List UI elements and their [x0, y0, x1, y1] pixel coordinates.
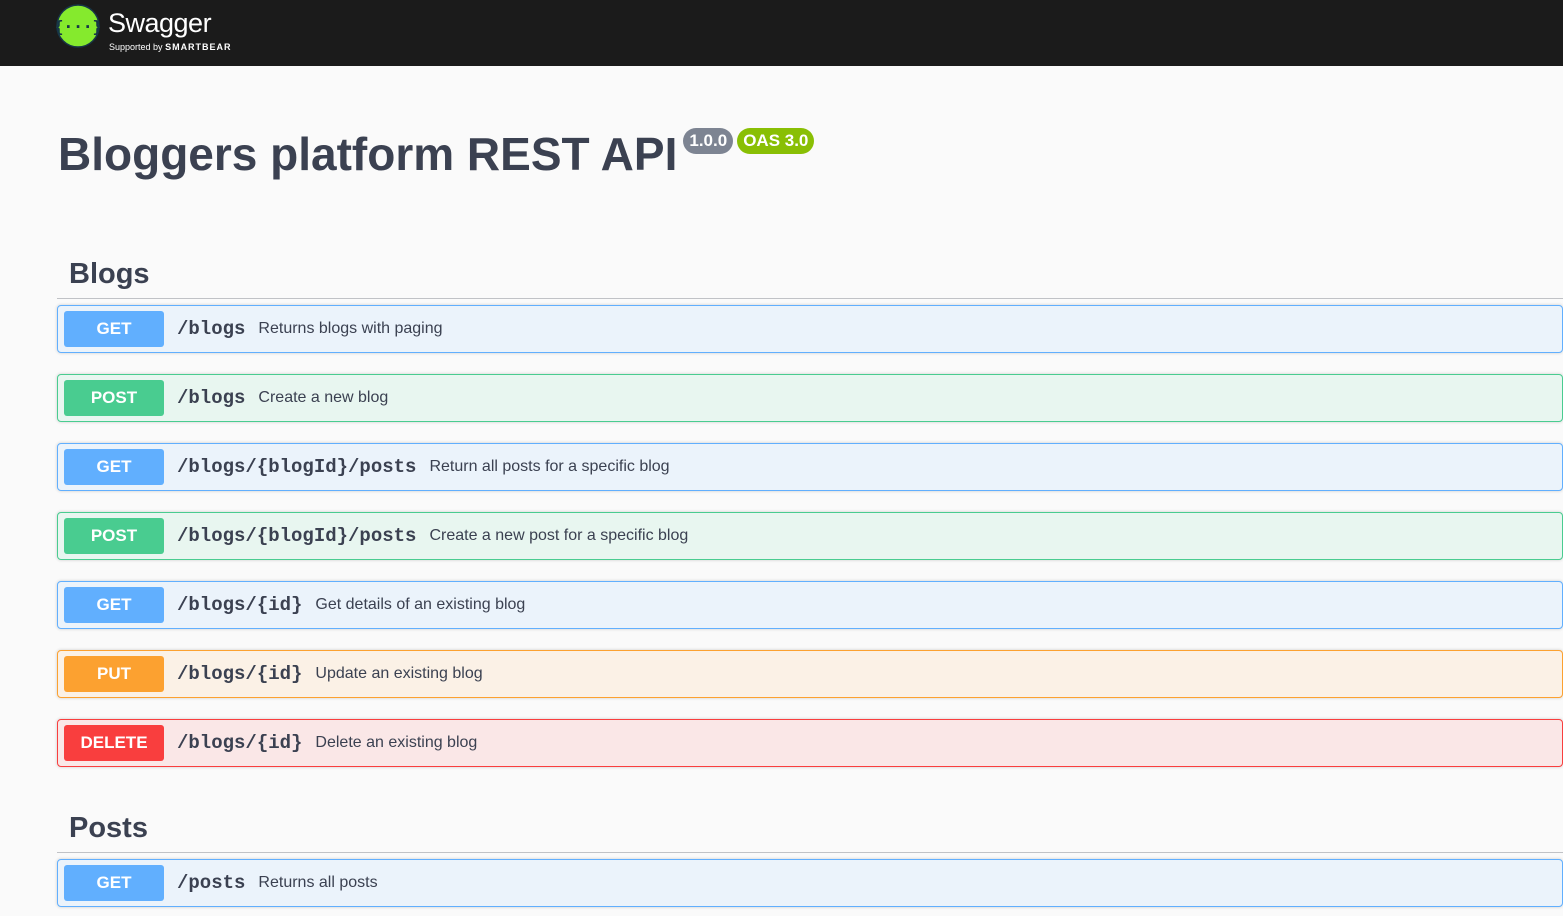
method-badge: POST — [64, 380, 164, 416]
operation-post-blogs[interactable]: POST /blogs Create a new blog — [57, 374, 1563, 422]
method-badge: DELETE — [64, 725, 164, 761]
operation-post-blog-posts[interactable]: POST /blogs/{blogId}/posts Create a new … — [57, 512, 1563, 560]
operation-summary: Create a new post for a specific blog — [429, 527, 689, 544]
operation-path: /blogs — [177, 318, 246, 340]
swagger-logo-icon: {···} — [56, 4, 100, 48]
operation-summary: Delete an existing blog — [315, 734, 478, 751]
operation-delete-blog-by-id[interactable]: DELETE /blogs/{id} Delete an existing bl… — [57, 719, 1563, 767]
operation-path: /blogs/{id} — [177, 594, 303, 616]
operation-summary: Returns all posts — [258, 874, 378, 891]
operation-path: /blogs/{blogId}/posts — [177, 456, 417, 478]
tag-section-blogs: Blogs GET /blogs Returns blogs with pagi… — [57, 250, 1563, 767]
operation-path: /blogs/{id} — [177, 732, 303, 754]
operation-summary: Update an existing blog — [315, 665, 483, 682]
method-badge: POST — [64, 518, 164, 554]
operation-path: /blogs/{blogId}/posts — [177, 525, 417, 547]
operation-put-blog-by-id[interactable]: PUT /blogs/{id} Update an existing blog — [57, 650, 1563, 698]
tag-header-blogs[interactable]: Blogs — [57, 250, 1563, 299]
method-badge: GET — [64, 865, 164, 901]
logo-sub-prefix: Supported by — [109, 42, 163, 52]
logo-sub-brand: SMARTBEAR — [165, 42, 232, 52]
method-badge: GET — [64, 311, 164, 347]
operation-summary: Create a new blog — [258, 389, 389, 406]
logo-wordmark: Swagger — [108, 8, 212, 38]
version-badge: 1.0.0 — [683, 128, 734, 154]
oas-badge: OAS 3.0 — [737, 128, 815, 154]
operation-path: /posts — [177, 872, 246, 894]
operation-summary: Returns blogs with paging — [258, 320, 443, 337]
tag-section-posts: Posts GET /posts Returns all posts — [57, 804, 1563, 907]
operation-get-blogs[interactable]: GET /blogs Returns blogs with paging — [57, 305, 1563, 353]
operation-path: /blogs — [177, 387, 246, 409]
logo-supported-by: Supported by SMARTBEAR — [109, 42, 232, 52]
operation-get-blog-posts[interactable]: GET /blogs/{blogId}/posts Return all pos… — [57, 443, 1563, 491]
svg-text:{···}: {···} — [56, 17, 100, 36]
tag-header-posts[interactable]: Posts — [57, 804, 1563, 853]
method-badge: GET — [64, 449, 164, 485]
method-badge: GET — [64, 587, 164, 623]
operation-summary: Return all posts for a specific blog — [429, 458, 670, 475]
method-badge: PUT — [64, 656, 164, 692]
page-title: Bloggers platform REST API — [58, 128, 678, 180]
operation-get-blog-by-id[interactable]: GET /blogs/{id} Get details of an existi… — [57, 581, 1563, 629]
api-info: Bloggers platform REST API 1.0.0 OAS 3.0 — [58, 126, 815, 182]
operation-summary: Get details of an existing blog — [315, 596, 526, 613]
topbar: {···} Swagger Supported by SMARTBEAR — [0, 0, 1563, 66]
operation-path: /blogs/{id} — [177, 663, 303, 685]
operation-get-posts[interactable]: GET /posts Returns all posts — [57, 859, 1563, 907]
